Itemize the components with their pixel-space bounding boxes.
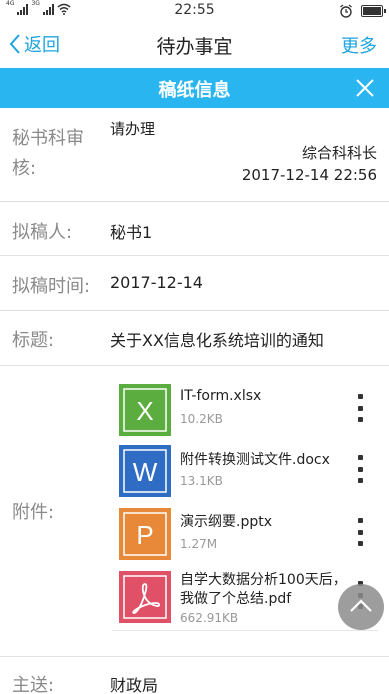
status-bar-right: [339, 4, 386, 18]
attachments-label: 附件:: [12, 502, 55, 523]
status-time: 22:55: [174, 2, 215, 18]
navigation-bar: 返回 待办事宜 更多: [0, 22, 389, 68]
attachment-name: 附件转换测试文件.docx: [180, 452, 330, 468]
attachment-size: 662.91KB: [180, 611, 239, 625]
attachment-name: 演示纲要.pptx: [180, 514, 272, 530]
review-label: 秘书科审 核:: [12, 124, 84, 184]
review-row: 秘书科审 核: 请办理 综合科科长 2017-12-14 22:56: [0, 108, 389, 202]
excel-letter: X: [136, 396, 153, 426]
powerpoint-letter: P: [136, 520, 153, 550]
chevron-up-icon: [350, 599, 372, 612]
scroll-to-top-button[interactable]: [338, 584, 384, 630]
word-icon: W: [119, 445, 171, 497]
section-header: 稿纸信息: [0, 68, 389, 108]
drafter-row: 拟稿人: 秘书1: [0, 202, 389, 256]
review-time: 2017-12-14 22:56: [241, 166, 377, 184]
review-label-line2: 核:: [12, 158, 37, 179]
recipient-label: 主送:: [12, 675, 55, 694]
attachment-divider: [112, 630, 378, 631]
recipient-row: 主送: 财政局: [0, 657, 389, 694]
pdf-icon: [119, 571, 171, 623]
review-opinion: 请办理: [110, 120, 156, 138]
recipient-value: 财政局: [110, 676, 159, 694]
subject-row: 标题: 关于XX信息化系统培训的通知: [0, 311, 389, 366]
review-label-line1: 秘书科审: [12, 128, 84, 149]
page-title: 待办事宜: [156, 36, 233, 58]
draft-time-label: 拟稿时间:: [12, 276, 91, 297]
attachment-name: 自学大数据分析100天后，我做了个总结.pdf: [180, 572, 347, 607]
section-title: 稿纸信息: [158, 80, 231, 101]
subject-value: 关于XX信息化系统培训的通知: [110, 331, 324, 350]
powerpoint-icon: P: [119, 508, 171, 560]
more-button[interactable]: 更多: [341, 32, 377, 58]
subject-label: 标题:: [12, 330, 55, 351]
attachment-name: IT-form.xlsx: [180, 388, 262, 404]
attachment-size: 13.1KB: [180, 474, 223, 488]
draft-time-value: 2017-12-14: [110, 273, 203, 292]
alarm-icon: [340, 4, 352, 18]
attachment-item[interactable]: P 演示纲要.pptx 1.27M: [112, 504, 378, 567]
attachment-menu-button[interactable]: [358, 518, 364, 546]
excel-icon: X: [119, 384, 171, 436]
attachment-item[interactable]: W 附件转换测试文件.docx 13.1KB: [112, 441, 378, 504]
word-letter: W: [133, 457, 158, 487]
attachment-menu-button[interactable]: [358, 394, 364, 422]
review-department: 综合科科长: [301, 144, 377, 162]
battery-icon: [361, 5, 386, 17]
attachment-size: 1.27M: [180, 537, 218, 551]
attachment-item[interactable]: X IT-form.xlsx 10.2KB: [112, 378, 378, 441]
draft-time-row: 拟稿时间: 2017-12-14: [0, 256, 389, 311]
status-bar: 4G 3G 22:55: [0, 0, 389, 22]
attachment-size: 10.2KB: [180, 412, 223, 426]
drafter-label: 拟稿人:: [12, 222, 73, 243]
attachment-menu-button[interactable]: [358, 455, 364, 483]
drafter-value: 秘书1: [110, 223, 153, 242]
close-icon[interactable]: [355, 78, 375, 98]
